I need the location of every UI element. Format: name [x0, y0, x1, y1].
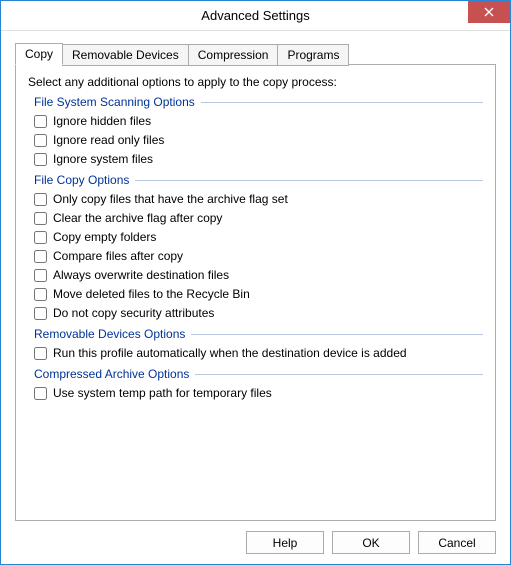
- checkbox-recycle-bin[interactable]: [34, 288, 47, 301]
- option-overwrite-dest[interactable]: Always overwrite destination files: [28, 266, 483, 285]
- group-file-system-scanning: File System Scanning Options Ignore hidd…: [28, 95, 483, 169]
- option-ignore-readonly[interactable]: Ignore read only files: [28, 131, 483, 150]
- option-label: Clear the archive flag after copy: [53, 210, 222, 227]
- option-recycle-bin[interactable]: Move deleted files to the Recycle Bin: [28, 285, 483, 304]
- checkbox-archive-flag[interactable]: [34, 193, 47, 206]
- option-label: Compare files after copy: [53, 248, 183, 265]
- divider: [195, 374, 483, 375]
- close-icon: [484, 7, 494, 17]
- option-label: Ignore hidden files: [53, 113, 151, 130]
- option-label: Ignore read only files: [53, 132, 164, 149]
- option-label: Ignore system files: [53, 151, 153, 168]
- option-clear-archive[interactable]: Clear the archive flag after copy: [28, 209, 483, 228]
- option-ignore-system[interactable]: Ignore system files: [28, 150, 483, 169]
- option-no-security[interactable]: Do not copy security attributes: [28, 304, 483, 323]
- checkbox-compare-after[interactable]: [34, 250, 47, 263]
- option-compare-after[interactable]: Compare files after copy: [28, 247, 483, 266]
- dialog-window: Advanced Settings Copy Removable Devices…: [0, 0, 511, 565]
- option-label: Always overwrite destination files: [53, 267, 229, 284]
- checkbox-temp-path[interactable]: [34, 387, 47, 400]
- option-label: Run this profile automatically when the …: [53, 345, 407, 362]
- checkbox-ignore-hidden[interactable]: [34, 115, 47, 128]
- option-label: Copy empty folders: [53, 229, 156, 246]
- option-label: Move deleted files to the Recycle Bin: [53, 286, 250, 303]
- option-empty-folders[interactable]: Copy empty folders: [28, 228, 483, 247]
- group-header: File System Scanning Options: [28, 95, 483, 109]
- tabstrip: Copy Removable Devices Compression Progr…: [15, 43, 496, 65]
- checkbox-autorun-device[interactable]: [34, 347, 47, 360]
- checkbox-clear-archive[interactable]: [34, 212, 47, 225]
- cancel-button[interactable]: Cancel: [418, 531, 496, 554]
- titlebar: Advanced Settings: [1, 1, 510, 31]
- option-label: Only copy files that have the archive fl…: [53, 191, 288, 208]
- group-title: Compressed Archive Options: [28, 367, 195, 381]
- window-title: Advanced Settings: [1, 8, 510, 23]
- tab-copy[interactable]: Copy: [15, 43, 63, 65]
- tab-removable-devices[interactable]: Removable Devices: [62, 44, 189, 66]
- checkbox-ignore-system[interactable]: [34, 153, 47, 166]
- close-button[interactable]: [468, 1, 510, 23]
- group-header: Compressed Archive Options: [28, 367, 483, 381]
- ok-button[interactable]: OK: [332, 531, 410, 554]
- checkbox-overwrite-dest[interactable]: [34, 269, 47, 282]
- option-temp-path[interactable]: Use system temp path for temporary files: [28, 384, 483, 403]
- option-autorun-device[interactable]: Run this profile automatically when the …: [28, 344, 483, 363]
- option-label: Use system temp path for temporary files: [53, 385, 272, 402]
- tab-panel-copy: Select any additional options to apply t…: [15, 64, 496, 521]
- group-compressed-archive: Compressed Archive Options Use system te…: [28, 367, 483, 403]
- intro-text: Select any additional options to apply t…: [28, 75, 483, 89]
- group-title: File Copy Options: [28, 173, 135, 187]
- divider: [201, 102, 483, 103]
- group-removable-devices: Removable Devices Options Run this profi…: [28, 327, 483, 363]
- checkbox-no-security[interactable]: [34, 307, 47, 320]
- divider: [191, 334, 483, 335]
- option-label: Do not copy security attributes: [53, 305, 214, 322]
- group-title: Removable Devices Options: [28, 327, 191, 341]
- group-title: File System Scanning Options: [28, 95, 201, 109]
- group-header: Removable Devices Options: [28, 327, 483, 341]
- option-archive-flag[interactable]: Only copy files that have the archive fl…: [28, 190, 483, 209]
- help-button[interactable]: Help: [246, 531, 324, 554]
- group-file-copy: File Copy Options Only copy files that h…: [28, 173, 483, 323]
- tab-programs[interactable]: Programs: [277, 44, 349, 66]
- group-header: File Copy Options: [28, 173, 483, 187]
- tab-compression[interactable]: Compression: [188, 44, 279, 66]
- checkbox-ignore-readonly[interactable]: [34, 134, 47, 147]
- dialog-body: Copy Removable Devices Compression Progr…: [1, 31, 510, 564]
- checkbox-empty-folders[interactable]: [34, 231, 47, 244]
- divider: [135, 180, 483, 181]
- option-ignore-hidden[interactable]: Ignore hidden files: [28, 112, 483, 131]
- button-row: Help OK Cancel: [15, 521, 496, 554]
